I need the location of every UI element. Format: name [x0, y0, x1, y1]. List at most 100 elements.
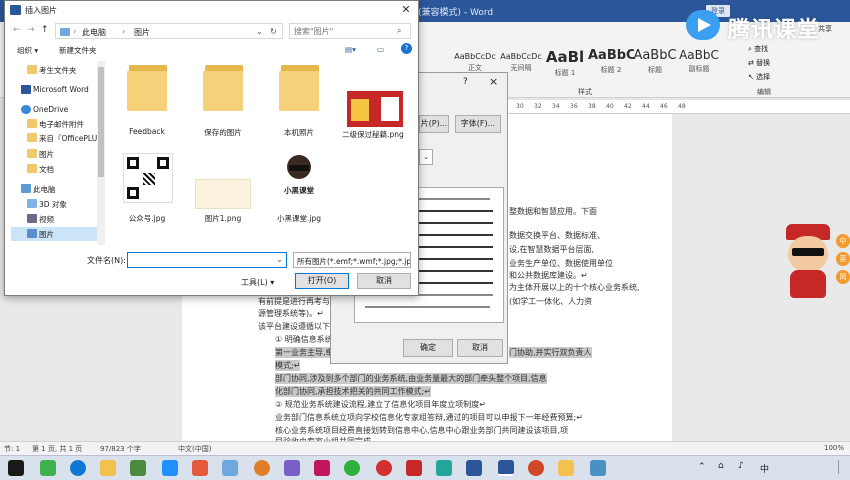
view-options-icon[interactable]: ▤▾: [345, 45, 356, 54]
breadcrumb-item[interactable]: 此电脑: [82, 27, 106, 38]
word-icon[interactable]: [466, 460, 482, 476]
mascot-character[interactable]: [778, 222, 838, 300]
cancel-button[interactable]: 取消: [357, 273, 411, 289]
nav-item-label: 来自『OfficePLU: [39, 134, 98, 143]
status-zoom[interactable]: 100%: [824, 444, 844, 452]
nav-item-microsoft-word[interactable]: Microsoft Word: [11, 83, 99, 97]
tools-menu[interactable]: 工具(L) ▾: [241, 277, 274, 288]
powerpoint-icon[interactable]: [528, 460, 544, 476]
replace-button[interactable]: ⇄ 替换: [748, 58, 770, 68]
font-button[interactable]: 字体(F)...: [455, 115, 501, 133]
navigation-scrollbar[interactable]: [97, 61, 105, 245]
file-item-wechat-qr[interactable]: 公众号.jpg: [109, 151, 185, 241]
insert-picture-dialog[interactable]: 插入图片 ✕ ← → ↑ › 此电脑 › 图片 ⌄ ↻ ⌕ 组织 ▾ 新建文件夹…: [4, 0, 419, 296]
file-explorer-icon[interactable]: [100, 460, 116, 476]
forward-arrow-icon[interactable]: →: [27, 25, 35, 35]
chevron-down-icon[interactable]: ⌄: [276, 255, 283, 264]
new-folder-button[interactable]: 新建文件夹: [59, 45, 97, 56]
nav-item-documents[interactable]: 文档: [11, 162, 99, 176]
file-item-xiaohei[interactable]: 小黑课堂 小黑课堂.jpg: [261, 151, 337, 241]
organize-button[interactable]: 组织 ▾: [17, 45, 38, 56]
close-icon[interactable]: ✕: [398, 2, 414, 18]
nav-item-pictures-onedrive[interactable]: 图片: [11, 147, 99, 161]
filename-label: 文件名(N):: [87, 256, 126, 265]
style-title[interactable]: AaBbC 标题: [632, 44, 678, 78]
app-icon[interactable]: [192, 460, 208, 476]
refresh-icon[interactable]: ↻: [270, 27, 277, 36]
app-icon[interactable]: [314, 460, 330, 476]
style-subtitle[interactable]: AaBbC 副标题: [676, 44, 722, 78]
start-icon[interactable]: [8, 460, 24, 476]
chevron-down-icon[interactable]: ⌄: [256, 27, 263, 36]
status-language[interactable]: 中文(中国): [178, 444, 211, 454]
doc-line: 部门协同,涉及到多个部门的业务系统,由业务量最大的部门牵头整个项目,信息: [275, 373, 547, 384]
ok-button[interactable]: 确定: [403, 339, 453, 357]
doc-line: 业务生产单位、数据使用单位: [509, 259, 613, 268]
edge-icon[interactable]: [70, 460, 86, 476]
status-word-count[interactable]: 97/823 个字: [100, 444, 141, 454]
app-icon[interactable]: [284, 460, 300, 476]
filename-input[interactable]: ⌄: [127, 252, 287, 268]
file-item-camera-roll[interactable]: 本机照片: [261, 63, 337, 153]
file-type-filter[interactable]: 所有图片(*.emf;*.wmf;*.jpg;*.jp: [293, 252, 411, 268]
file-item-feedback[interactable]: Feedback: [109, 63, 185, 153]
find-button[interactable]: ⌕ 查找: [748, 44, 768, 54]
app-icon[interactable]: [130, 460, 146, 476]
style-heading1[interactable]: AaBl 标题 1: [542, 44, 588, 78]
browser-icon[interactable]: [254, 460, 270, 476]
sunglasses-icon: [792, 248, 824, 256]
ime-english-button[interactable]: 英: [836, 252, 850, 266]
app-icon[interactable]: [222, 460, 238, 476]
nav-item-exam-folder[interactable]: 考生文件夹: [11, 63, 99, 77]
back-arrow-icon[interactable]: ←: [13, 25, 21, 35]
close-icon[interactable]: ×: [489, 75, 498, 88]
app-icon[interactable]: [406, 460, 422, 476]
ime-simplified-button[interactable]: 简: [836, 270, 850, 284]
nav-item-videos[interactable]: 视频: [11, 212, 99, 226]
word-active-icon[interactable]: [498, 460, 514, 476]
nav-item-this-pc[interactable]: 此电脑: [11, 182, 99, 196]
breadcrumb-item[interactable]: 图片: [134, 27, 150, 38]
ime-chinese-button[interactable]: 中: [836, 234, 850, 248]
app-icon[interactable]: [40, 460, 56, 476]
doc-line: 模式;↵: [275, 360, 301, 371]
nav-item-pictures[interactable]: 图片: [11, 227, 99, 241]
file-item-picture1[interactable]: 图片1.png: [185, 151, 261, 241]
cancel-button[interactable]: 取消: [457, 339, 503, 357]
nav-item-officeplus[interactable]: 来自『OfficePLU: [11, 131, 99, 145]
doc-line: ② 规范业务系统建设流程,建立了信息化项目年度立项制度↵: [275, 400, 486, 409]
picture-button[interactable]: 片(P)...: [419, 115, 449, 133]
network-icon[interactable]: ⌂: [718, 461, 724, 471]
folder-icon[interactable]: [558, 460, 574, 476]
up-arrow-icon[interactable]: ↑: [41, 25, 49, 35]
doc-line: 和公共数据库建设。↵: [509, 271, 588, 280]
style-heading2[interactable]: AaBbC 标题 2: [588, 44, 634, 78]
nav-item-onedrive[interactable]: OneDrive: [11, 103, 99, 117]
nav-item-3d-objects[interactable]: 3D 对象: [11, 197, 99, 211]
help-icon[interactable]: ?: [401, 43, 412, 54]
status-page[interactable]: 第 1 页, 共 1 页: [32, 444, 82, 454]
file-item-saved-pictures[interactable]: 保存的图片: [185, 63, 261, 153]
app-icon[interactable]: [436, 460, 452, 476]
dropdown-arrow-icon[interactable]: ⌄: [419, 149, 433, 165]
help-icon[interactable]: ?: [463, 77, 468, 87]
app-icon[interactable]: [162, 460, 178, 476]
file-name: 公众号.jpg: [128, 214, 166, 223]
address-bar[interactable]: › 此电脑 › 图片 ⌄ ↻: [55, 23, 283, 39]
preview-pane-icon[interactable]: ▭: [377, 45, 384, 54]
search-input[interactable]: [289, 23, 411, 39]
ruler-tick: 30: [516, 103, 524, 110]
open-button[interactable]: 打开(O): [295, 273, 349, 289]
select-button[interactable]: ↖ 选择: [748, 72, 770, 82]
nav-item-email-attachments[interactable]: 电子邮件附件: [11, 117, 99, 131]
app-icon[interactable]: [590, 460, 606, 476]
file-item-secret-guide[interactable]: 二级保过秘籍.png: [335, 63, 411, 153]
chevron-up-icon[interactable]: ⌃: [698, 462, 706, 472]
nav-item-label: 3D 对象: [39, 200, 67, 209]
wechat-icon[interactable]: [344, 460, 360, 476]
scrollbar-thumb[interactable]: [98, 67, 104, 177]
volume-icon[interactable]: ♪: [738, 461, 744, 471]
show-desktop-button[interactable]: [838, 460, 848, 474]
app-icon[interactable]: [376, 460, 392, 476]
ime-indicator[interactable]: 中: [760, 462, 769, 475]
